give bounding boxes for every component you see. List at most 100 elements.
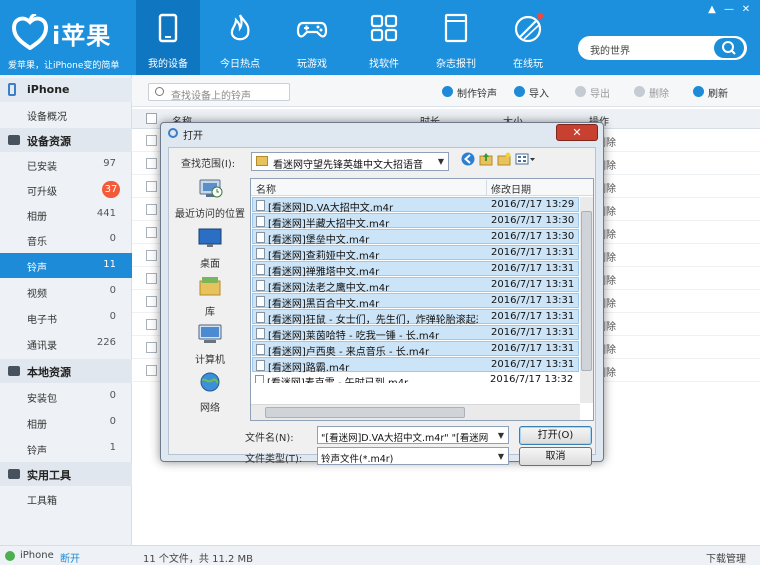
file-row[interactable]: [看迷网]黑百合中文.m4r 2016/7/17 13:31 — [252, 293, 579, 310]
global-search-input[interactable]: 我的世界 — [590, 42, 630, 57]
file-date: 2016/7/17 13:30 — [491, 231, 575, 242]
file-row[interactable]: [看迷网]禅雅塔中文.m4r 2016/7/17 13:31 — [252, 261, 579, 278]
tab-online-play[interactable]: 在线玩 — [496, 0, 560, 75]
audio-file-icon — [255, 375, 264, 383]
cancel-button[interactable]: 取消 — [519, 447, 592, 466]
sidebar-section-device-resources: 设备资源 — [0, 128, 132, 152]
select-all-checkbox[interactable] — [146, 113, 157, 124]
file-name: [看迷网]黑百合中文.m4r — [268, 299, 380, 310]
row-checkbox[interactable] — [146, 319, 157, 330]
filetype-select[interactable]: 铃声文件(*.m4r) ▼ — [317, 447, 509, 465]
global-search-button[interactable] — [714, 38, 744, 58]
file-row[interactable]: [看迷网]法老之鹰中文.m4r 2016/7/17 13:31 — [252, 277, 579, 294]
sidebar-item-label: 安装包 — [27, 394, 57, 405]
tab-games[interactable]: 玩游戏 — [280, 0, 344, 75]
global-search-box[interactable]: 我的世界 — [578, 36, 747, 60]
row-checkbox[interactable] — [146, 204, 157, 215]
sidebar-item-count: 226 — [96, 337, 116, 348]
scroll-thumb[interactable] — [265, 407, 465, 418]
sidebar-item-count: 0 — [109, 416, 116, 427]
vertical-scrollbar[interactable] — [580, 197, 593, 403]
sidebar-item-local-photos[interactable]: 相册 0 — [0, 410, 132, 435]
row-checkbox[interactable] — [146, 365, 157, 376]
dialog-titlebar[interactable]: 打开 ✕ — [161, 123, 603, 143]
chevron-down-icon[interactable]: ▼ — [498, 431, 504, 440]
horizontal-scrollbar[interactable] — [251, 404, 580, 420]
refresh-icon — [693, 86, 704, 97]
download-manager-link[interactable]: 下载管理 — [706, 550, 746, 565]
place-desktop[interactable]: 桌面 — [173, 227, 247, 273]
close-icon[interactable]: ✕ — [740, 4, 752, 16]
new-folder-icon[interactable] — [497, 152, 511, 166]
file-row[interactable]: [看迷网]卢西奥 - 来点音乐 - 长.m4r 2016/7/17 13:31 — [252, 341, 579, 358]
file-row[interactable]: [看迷网]路霸.m4r 2016/7/17 13:31 — [252, 357, 579, 374]
sidebar-item-toolbox[interactable]: 工具箱 — [0, 486, 132, 511]
back-icon[interactable] — [461, 152, 475, 166]
minimize-to-tray-icon[interactable]: ▲ — [706, 4, 718, 16]
file-row[interactable]: [看迷网]堡垒中文.m4r 2016/7/17 13:30 — [252, 229, 579, 246]
place-network[interactable]: 网络 — [173, 371, 247, 417]
row-checkbox[interactable] — [146, 296, 157, 307]
file-row[interactable]: [看迷网]D.VA大招中文.m4r 2016/7/17 13:29 — [252, 197, 579, 214]
sidebar-item-contacts[interactable]: 通讯录 226 — [0, 331, 132, 356]
tab-find-apps[interactable]: 找软件 — [352, 0, 416, 75]
row-checkbox[interactable] — [146, 273, 157, 284]
device-search-input[interactable]: 查找设备上的铃声 — [148, 83, 290, 102]
sidebar-item-label: 铃声 — [27, 446, 47, 457]
disconnect-link[interactable]: 断开 — [60, 550, 80, 565]
sidebar-item-local-ringtones[interactable]: 铃声 1 — [0, 436, 132, 461]
desktop-icon — [198, 228, 222, 247]
file-row[interactable]: [看迷网]莱茵哈特 - 吃我一锤 - 长.m4r 2016/7/17 13:31 — [252, 325, 579, 342]
sidebar-item-music[interactable]: 音乐 0 — [0, 227, 132, 252]
row-checkbox[interactable] — [146, 250, 157, 261]
open-button[interactable]: 打开(O) — [519, 426, 592, 445]
column-modified-date[interactable]: 修改日期 — [491, 181, 531, 196]
tab-label: 玩游戏 — [297, 59, 327, 70]
row-checkbox[interactable] — [146, 158, 157, 169]
place-computer[interactable]: 计算机 — [173, 323, 247, 369]
file-name: [看迷网]禅雅塔中文.m4r — [268, 267, 380, 278]
filename-input[interactable]: "[看迷网]D.VA大招中文.m4r" "[看迷网]半 ▼ — [317, 426, 509, 444]
file-row[interactable]: [看迷网]狂鼠 - 女士们，先生们，炸弹轮胎滚起来... 2016/7/17 13… — [252, 309, 579, 326]
row-checkbox[interactable] — [146, 181, 157, 192]
file-date: 2016/7/17 13:31 — [491, 359, 575, 370]
view-menu-icon[interactable] — [515, 152, 537, 166]
place-library[interactable]: 库 — [173, 275, 247, 321]
up-folder-icon[interactable] — [479, 152, 493, 166]
row-checkbox[interactable] — [146, 135, 157, 146]
sidebar-item-ebooks[interactable]: 电子书 0 — [0, 305, 132, 330]
column-divider — [486, 180, 487, 195]
row-checkbox[interactable] — [146, 342, 157, 353]
minimize-icon[interactable]: — — [723, 4, 735, 16]
tab-my-device[interactable]: 我的设备 — [136, 0, 200, 75]
app-small-icon — [168, 128, 178, 138]
sidebar-item-ringtones[interactable]: 铃声 11 — [0, 253, 132, 278]
sidebar-device[interactable]: iPhone — [0, 78, 132, 102]
column-filename[interactable]: 名称 — [256, 181, 276, 196]
dialog-body: 查找范围(I): 看迷网守望先锋英雄中文大招语音 ▼ 最近访问的位置 桌面 库 — [168, 147, 596, 466]
sidebar-item-videos[interactable]: 视频 0 — [0, 279, 132, 304]
flame-icon — [230, 14, 250, 41]
sidebar-item-upgradable[interactable]: 可升级 37 — [0, 177, 132, 202]
sidebar-item-local-packages[interactable]: 安装包 0 — [0, 384, 132, 409]
app-logo[interactable]: i苹果 爱苹果，让iPhone变的简单 — [8, 12, 133, 72]
lookin-dropdown[interactable]: 看迷网守望先锋英雄中文大招语音 ▼ — [251, 152, 449, 171]
sidebar-item-photos[interactable]: 相册 441 — [0, 202, 132, 227]
music-note-icon — [442, 86, 453, 97]
scroll-thumb[interactable] — [581, 211, 592, 371]
file-name: [看迷网]路霸.m4r — [268, 363, 350, 374]
import-icon — [514, 86, 525, 97]
sidebar-item-installed[interactable]: 已安装 97 — [0, 152, 132, 177]
file-row[interactable]: [看迷网]麦克雷 - 午时已到.m4r 2016/7/17 13:32 — [252, 373, 579, 383]
sidebar-item-overview[interactable]: 设备概况 — [0, 102, 132, 127]
row-checkbox[interactable] — [146, 227, 157, 238]
file-row[interactable]: [看迷网]查莉娅中文.m4r 2016/7/17 13:31 — [252, 245, 579, 262]
dialog-close-button[interactable]: ✕ — [556, 124, 598, 141]
tab-magazines[interactable]: 杂志报刊 — [424, 0, 488, 75]
file-row[interactable]: [看迷网]半藏大招中文.m4r 2016/7/17 13:30 — [252, 213, 579, 230]
tab-today-hot[interactable]: 今日热点 — [208, 0, 272, 75]
button-label: 导出 — [590, 89, 610, 100]
place-recent[interactable]: 最近访问的位置 — [173, 177, 247, 223]
file-date: 2016/7/17 13:31 — [491, 295, 575, 306]
file-list: 名称 修改日期 [看迷网]D.VA大招中文.m4r 2016/7/17 13:29… — [250, 178, 594, 421]
